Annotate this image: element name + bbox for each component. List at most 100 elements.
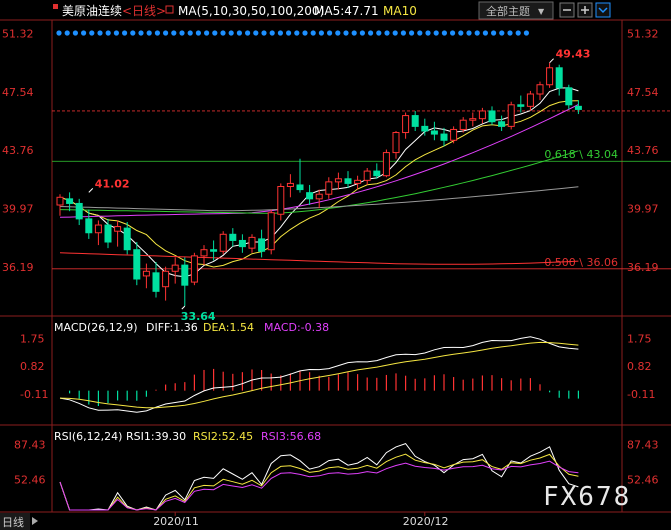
event-dot (195, 30, 201, 36)
event-dot (130, 30, 136, 36)
watermark: FX678 (543, 482, 631, 512)
candle-up (402, 115, 410, 134)
candle-up (478, 110, 486, 120)
price-tick-left-3: 39.97 (2, 203, 34, 216)
candle-up (190, 255, 198, 283)
price-tick-left-2: 43.76 (2, 144, 34, 157)
annotation-high: 49.43 (556, 48, 591, 61)
event-dot (417, 30, 423, 36)
event-dot (335, 30, 341, 36)
rsi3-label: RSI3:56.68 (261, 430, 321, 443)
chevron-down-icon[interactable] (595, 2, 611, 18)
candle-up (277, 186, 285, 215)
candle-down (373, 170, 381, 177)
event-dot (359, 30, 365, 36)
candle-up (56, 196, 64, 206)
rsi-label: RSI(6,12,24) (54, 430, 122, 443)
x-tick-label-0: 2020/11 (153, 515, 199, 528)
price-tick-left-4: 36.19 (2, 261, 34, 274)
theme-toolbar[interactable]: 全部主题 ▼ (478, 1, 611, 20)
candle-down (430, 130, 438, 135)
event-dot (97, 30, 103, 36)
event-dot (368, 30, 374, 36)
ma-label: MA(5,10,30,50,100,200) (178, 4, 324, 18)
event-dot (212, 30, 218, 36)
event-dot (400, 30, 406, 36)
event-dot (310, 30, 316, 36)
candle-up (363, 170, 371, 181)
period-label[interactable]: <日线> (122, 4, 166, 18)
candle-up (450, 128, 458, 141)
event-dot (56, 30, 62, 36)
event-dot (458, 30, 464, 36)
event-dot (499, 30, 505, 36)
event-dot (474, 30, 480, 36)
event-dot (179, 30, 185, 36)
candle-down (238, 239, 246, 248)
macd-dea-label: DEA:1.54 (203, 321, 254, 334)
event-dot (409, 30, 415, 36)
candle-up (248, 236, 256, 249)
event-dot (384, 30, 390, 36)
event-dot (482, 30, 488, 36)
event-dot (269, 30, 275, 36)
candle-down (133, 249, 141, 280)
event-dot (187, 30, 193, 36)
macd-tick-right-1: 0.82 (627, 360, 652, 373)
macd-label: MACD(26,12,9) (54, 321, 138, 334)
event-dot (343, 30, 349, 36)
event-dot (441, 30, 447, 36)
event-dot (113, 30, 119, 36)
event-dot (286, 30, 292, 36)
candle-up (171, 264, 179, 272)
minus-icon[interactable] (559, 2, 575, 18)
candle-up (334, 178, 342, 183)
event-dot (433, 30, 439, 36)
event-dot (163, 30, 169, 36)
price-tick-left-1: 47.54 (2, 86, 34, 99)
macd-tick-left-0: 1.75 (20, 332, 45, 345)
event-dot (204, 30, 210, 36)
event-dot (318, 30, 324, 36)
event-dot (228, 30, 234, 36)
event-dot (376, 30, 382, 36)
event-dot (277, 30, 283, 36)
candle-down (296, 184, 304, 191)
event-dot (302, 30, 308, 36)
price-tick-right-2: 43.76 (627, 144, 659, 157)
candle-down (411, 115, 419, 127)
price-tick-right-1: 47.54 (627, 86, 659, 99)
event-dot (425, 30, 431, 36)
candle-up (382, 152, 390, 177)
event-dot (138, 30, 144, 36)
instrument-name: 美原油连续 (62, 3, 122, 18)
candle-up (507, 104, 515, 127)
candle-down (517, 104, 525, 107)
candle-up (526, 93, 534, 107)
event-dot (523, 30, 530, 36)
ma10-label: MA10 (383, 4, 417, 18)
candle-up (286, 182, 294, 188)
rsi2-label: RSI2:52.45 (193, 430, 253, 443)
reference-label-1: 0.618 \ 43.04 (544, 148, 618, 161)
macd-tick-right-2: -0.11 (627, 388, 655, 401)
candle-down (498, 121, 506, 127)
event-dot (72, 30, 78, 36)
event-dot (392, 30, 398, 36)
x-tick-label-1: 2020/12 (403, 515, 449, 528)
macd-diff-label: DIFF:1.36 (146, 321, 198, 334)
candle-down (344, 178, 352, 184)
candle-down (306, 192, 314, 200)
rsi-tick-left-1: 52.46 (14, 474, 46, 487)
rsi-tick-left-0: 87.43 (14, 439, 46, 452)
candle-down (104, 224, 112, 243)
candle-up (354, 179, 362, 184)
candle-up (546, 67, 554, 86)
annotation-high: 41.02 (95, 177, 130, 190)
event-dot (146, 30, 152, 36)
ma5-label: MA5:47.71 (314, 4, 379, 18)
plus-icon[interactable] (577, 2, 593, 18)
kline-chart[interactable]: 美原油连续 <日线> MA(5,10,30,50,100,200) MA5:47… (0, 0, 671, 530)
event-dot (105, 30, 111, 36)
event-dot (327, 30, 333, 36)
